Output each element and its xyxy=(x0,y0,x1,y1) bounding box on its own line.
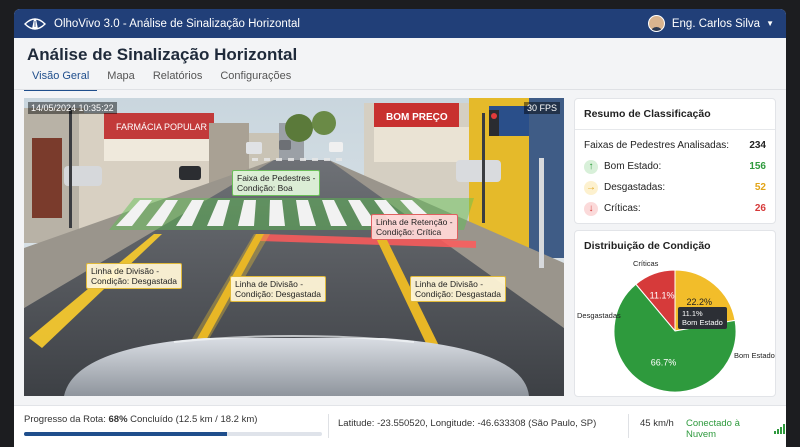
video-feed[interactable]: FARMÁCIA POPULAR BOM PREÇO 14/05/2024 10… xyxy=(24,98,564,396)
summary-total-value: 234 xyxy=(749,139,766,151)
summary-label: Bom Estado: xyxy=(604,161,662,172)
app-window: OlhoVivo 3.0 - Análise de Sinalização Ho… xyxy=(14,9,786,447)
distribution-title: Distribuição de Condição xyxy=(584,240,711,252)
video-timestamp: 14/05/2024 10:35:22 xyxy=(28,102,117,114)
window-title: OlhoVivo 3.0 - Análise de Sinalização Ho… xyxy=(54,17,300,30)
detection-title: Linha de Retenção - xyxy=(376,217,453,227)
tab-mapa[interactable]: Mapa xyxy=(99,70,143,91)
tab-relatorios[interactable]: Relatórios xyxy=(145,70,211,91)
summary-value: 156 xyxy=(749,161,766,172)
sign-farmacia: FARMÁCIA POPULAR xyxy=(116,122,208,132)
distribution-card: Distribuição de Condição 11.1% 22.2% 66.7%… xyxy=(574,230,776,397)
tab-visao-geral[interactable]: Visão Geral xyxy=(24,70,98,91)
title-bar: OlhoVivo 3.0 - Análise de Sinalização Ho… xyxy=(14,9,786,38)
vehicle-speed: 45 km/h xyxy=(640,418,674,429)
summary-value: 52 xyxy=(754,182,766,193)
legend-label-criticas: Críticas xyxy=(633,259,659,268)
summary-title: Resumo de Classificação xyxy=(584,108,711,120)
pie-label-críticas: 11.1% xyxy=(650,290,675,300)
summary-value: 26 xyxy=(754,203,766,214)
detection-label-division-left[interactable]: Linha de Divisão - Condição: Desgastada xyxy=(86,263,183,289)
summary-label: Desgastadas: xyxy=(604,182,666,193)
summary-row-worn: → Desgastadas: 52 xyxy=(575,177,775,198)
divider xyxy=(328,414,329,438)
route-progress-label: Progresso da Rota: 68% Concluído (12.5 k… xyxy=(24,414,257,425)
detection-title: Linha de Divisão - xyxy=(415,279,484,289)
detection-label-stop-line[interactable]: Linha de Retenção - Condição: Crítica xyxy=(371,214,458,240)
chevron-down-icon: ▼ xyxy=(766,19,774,28)
summary-label: Críticas: xyxy=(604,203,641,214)
progress-prefix: Progresso da Rota: xyxy=(24,414,106,425)
summary-card: Resumo de Classificação Faixas de Pedest… xyxy=(574,98,776,224)
cloud-connection-status[interactable]: Conectado à Nuvem xyxy=(686,418,786,440)
street-scene: FARMÁCIA POPULAR BOM PREÇO xyxy=(24,98,564,396)
connection-label: Conectado à Nuvem xyxy=(686,418,740,440)
route-progress-bar xyxy=(24,432,322,436)
gps-coordinates: Latitude: -23.550520, Longitude: -46.633… xyxy=(338,418,597,429)
divider xyxy=(575,129,775,130)
signal-bars-icon xyxy=(774,424,786,434)
pie-label-desgastadas: 22.2% xyxy=(687,297,713,307)
summary-total-row: Faixas de Pedestres Analisadas: 234 xyxy=(575,134,775,156)
arrow-right-icon: → xyxy=(584,180,598,195)
chart-tooltip: 11.1% Bom Estado xyxy=(678,307,727,329)
legend-label-desgastadas: Desgastadas xyxy=(577,311,621,320)
condition-pie-chart[interactable]: 11.1% 22.2% 66.7% xyxy=(575,255,777,397)
summary-row-good: ↑ Bom Estado: 156 xyxy=(575,156,775,177)
legend-label-bom-estado: Bom Estado xyxy=(734,351,775,360)
detection-status: Condição: Boa xyxy=(237,183,293,193)
detection-title: Faixa de Pedestres - xyxy=(237,173,316,183)
detection-label-division-right[interactable]: Linha de Divisão - Condição: Desgastada xyxy=(410,276,507,302)
tabs-divider xyxy=(14,89,786,90)
detection-label-crosswalk[interactable]: Faixa de Pedestres - Condição: Boa xyxy=(232,170,321,196)
tooltip-value: 11.1% xyxy=(682,309,703,318)
video-fps: 30 FPS xyxy=(523,102,560,114)
detection-title: Linha de Divisão - xyxy=(91,266,160,276)
progress-percent: 68% xyxy=(108,414,128,425)
avatar xyxy=(647,15,665,32)
road-eye-icon xyxy=(24,17,46,30)
detection-status: Condição: Desgastada xyxy=(91,276,178,286)
detection-status: Condição: Desgastada xyxy=(415,289,502,299)
user-menu[interactable]: Eng. Carlos Silva ▼ xyxy=(647,15,774,32)
detection-status: Condição: Crítica xyxy=(376,227,442,237)
pie-label-bom-estado: 66.7% xyxy=(651,358,677,368)
arrow-down-icon: ↓ xyxy=(584,201,598,216)
page-title: Análise de Sinalização Horizontal xyxy=(27,45,298,64)
tab-bar: Visão Geral Mapa Relatórios Configuraçõe… xyxy=(24,70,301,91)
detection-status: Condição: Desgastada xyxy=(235,289,322,299)
user-name: Eng. Carlos Silva xyxy=(671,17,761,30)
tab-configuracoes[interactable]: Configurações xyxy=(212,70,299,91)
status-bar: Progresso da Rota: 68% Concluído (12.5 k… xyxy=(14,405,786,447)
summary-row-critical: ↓ Críticas: 26 xyxy=(575,198,775,219)
divider xyxy=(628,414,629,438)
detection-label-division-center[interactable]: Linha de Divisão - Condição: Desgastada xyxy=(230,276,327,302)
detection-title: Linha de Divisão - xyxy=(235,279,304,289)
arrow-up-icon: ↑ xyxy=(584,159,598,174)
sign-bom-preco: BOM PREÇO xyxy=(386,112,448,123)
route-progress-fill xyxy=(24,432,227,436)
tooltip-label: Bom Estado xyxy=(682,318,723,327)
summary-total-label: Faixas de Pedestres Analisadas: xyxy=(584,139,730,151)
progress-detail: Concluído (12.5 km / 18.2 km) xyxy=(130,414,258,425)
